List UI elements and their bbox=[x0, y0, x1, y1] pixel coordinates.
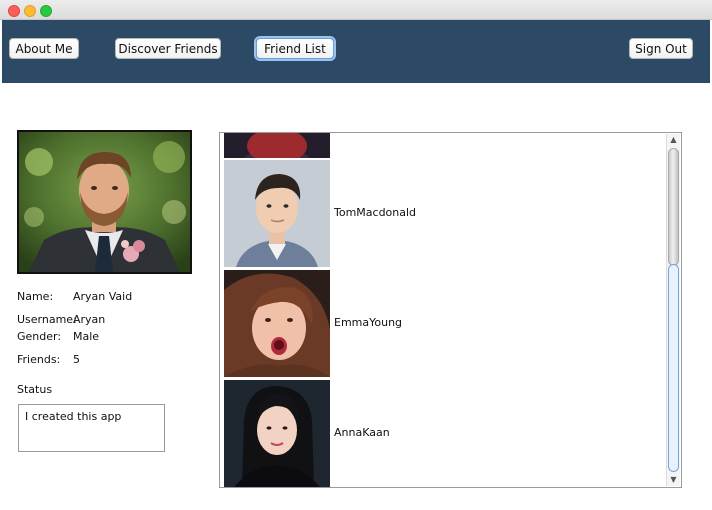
maximize-window-icon[interactable] bbox=[40, 5, 52, 17]
friend-name: EmmaYoung bbox=[334, 316, 403, 329]
title-bar bbox=[0, 0, 712, 20]
navigation-toolbar: About Me Discover Friends Friend List Si… bbox=[2, 20, 710, 83]
close-window-icon[interactable] bbox=[8, 5, 20, 17]
friend-photo bbox=[224, 380, 330, 487]
list-item[interactable]: EmmaYoung bbox=[224, 270, 664, 377]
username-value: Aryan bbox=[73, 313, 106, 326]
scroll-down-arrow-icon[interactable]: ▼ bbox=[667, 474, 680, 486]
friend-list-button[interactable]: Friend List bbox=[256, 38, 334, 59]
status-text-area[interactable]: I created this app bbox=[18, 404, 165, 452]
status-label: Status bbox=[17, 383, 53, 396]
gender-value: Male bbox=[73, 330, 100, 343]
list-item[interactable]: TomMacdonald bbox=[224, 160, 664, 267]
list-scrollbar[interactable]: ▲ ▼ bbox=[666, 134, 680, 486]
status-text: I created this app bbox=[25, 410, 122, 423]
friends-count: 5 bbox=[73, 353, 80, 366]
discover-friends-button[interactable]: Discover Friends bbox=[115, 38, 221, 59]
friend-name: AnnaKaan bbox=[334, 426, 390, 439]
friend-list[interactable]: TomMacdonald EmmaYoung AnnaKaan ▲ ▼ bbox=[219, 132, 682, 488]
scroll-track[interactable] bbox=[668, 264, 679, 472]
friends-label: Friends: bbox=[17, 353, 61, 366]
about-me-button[interactable]: About Me bbox=[9, 38, 79, 59]
name-value: Aryan Vaid bbox=[73, 290, 133, 303]
username-label: Username: bbox=[17, 313, 77, 326]
scroll-thumb[interactable] bbox=[668, 148, 679, 266]
friend-name: TomMacdonald bbox=[334, 206, 417, 219]
sign-out-button[interactable]: Sign Out bbox=[629, 38, 693, 59]
name-label: Name: bbox=[17, 290, 54, 303]
profile-photo bbox=[17, 130, 192, 274]
list-item[interactable]: AnnaKaan bbox=[224, 380, 664, 487]
minimize-window-icon[interactable] bbox=[24, 5, 36, 17]
scroll-up-arrow-icon[interactable]: ▲ bbox=[667, 134, 680, 146]
friend-photo bbox=[224, 133, 330, 158]
list-item[interactable] bbox=[224, 133, 664, 158]
gender-label: Gender: bbox=[17, 330, 62, 343]
friend-photo bbox=[224, 160, 330, 267]
friend-photo bbox=[224, 270, 330, 377]
app-window: About Me Discover Friends Friend List Si… bbox=[0, 0, 712, 510]
